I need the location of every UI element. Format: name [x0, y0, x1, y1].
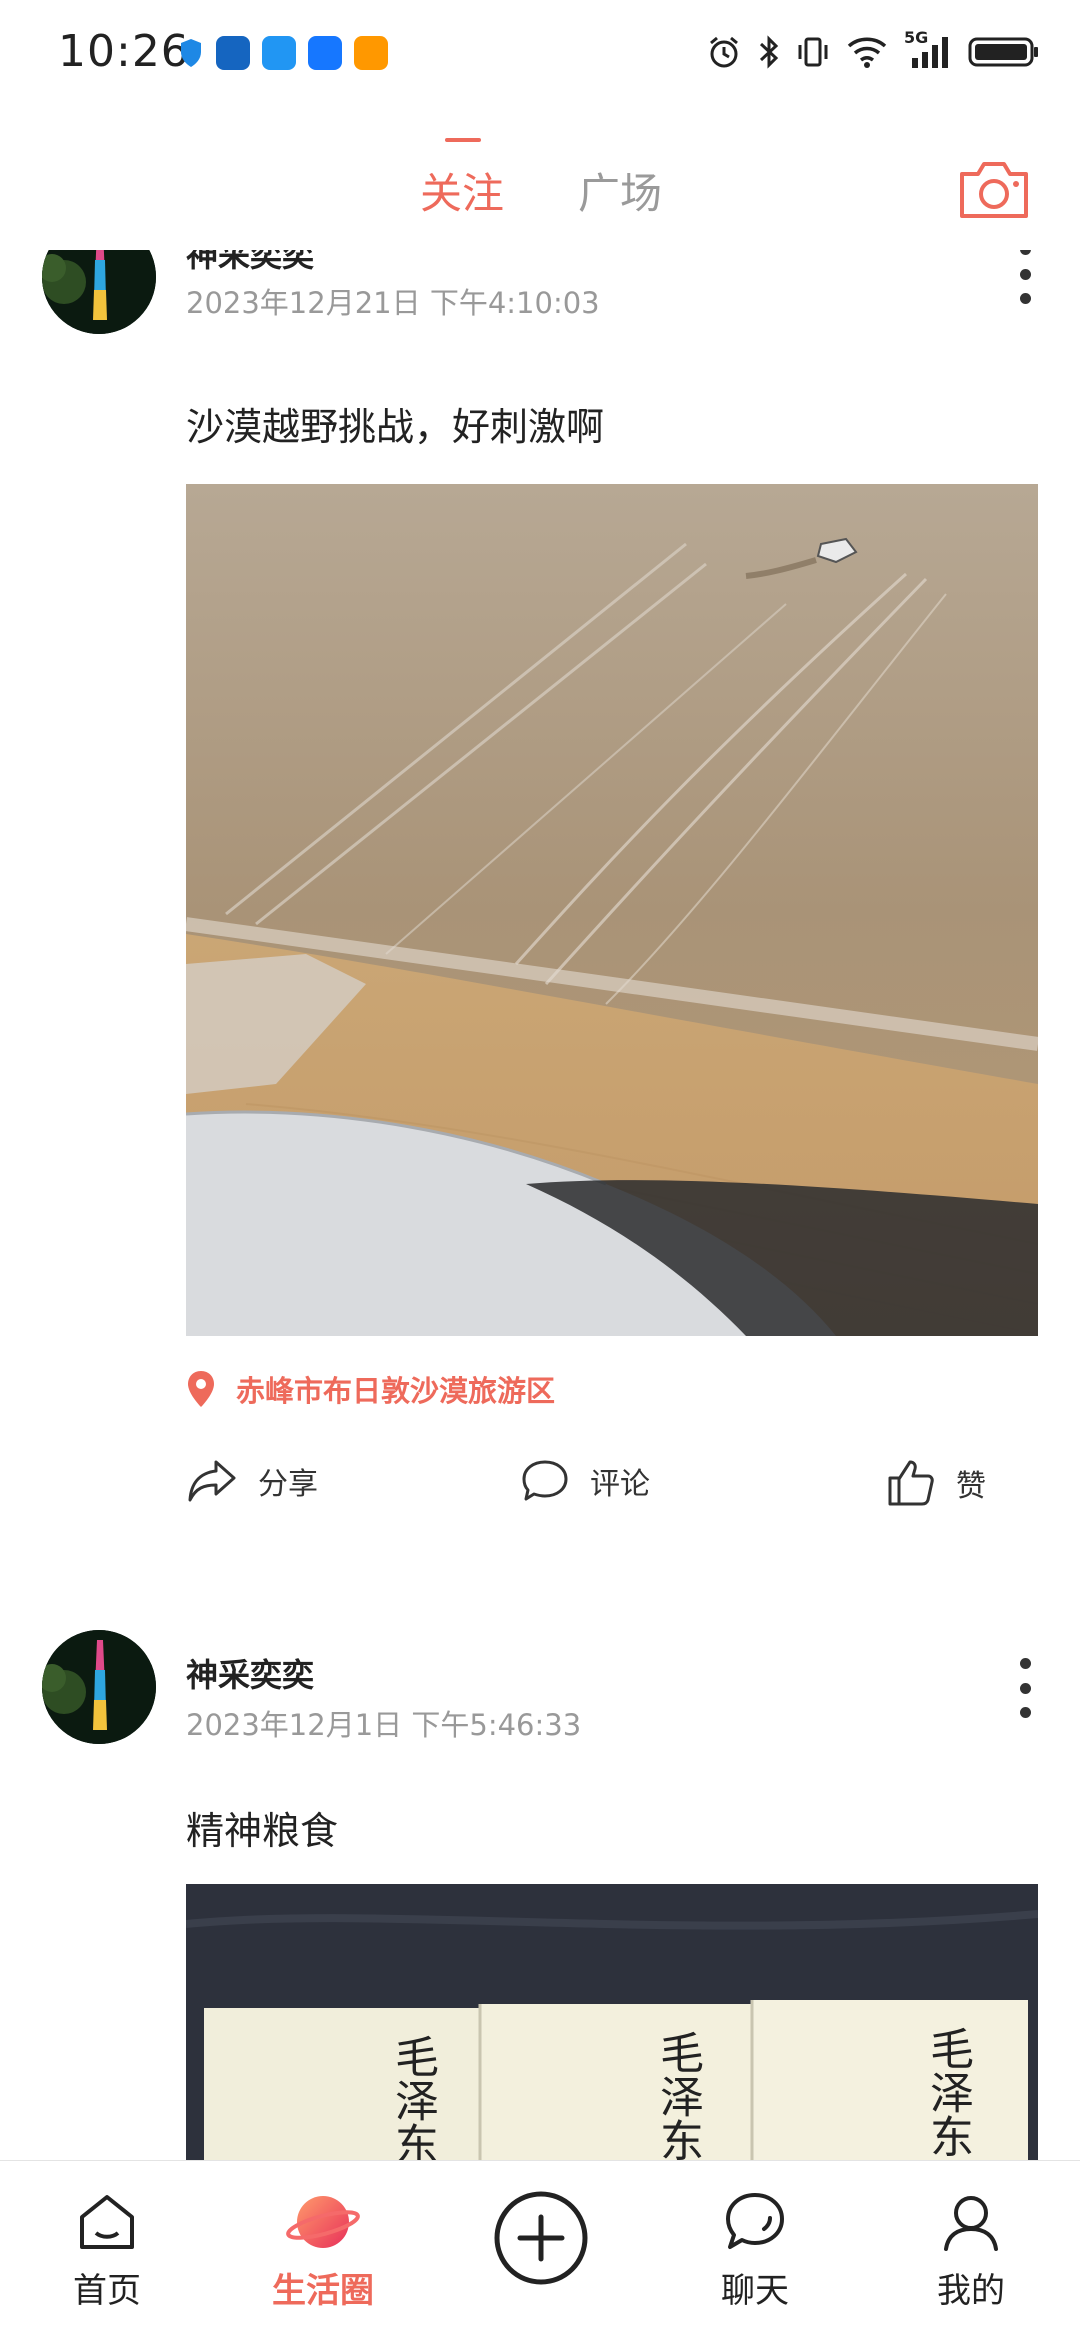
comment-icon: [522, 1460, 568, 1501]
profile-icon: [944, 2196, 998, 2251]
post-actions: 分享 评论 赞: [186, 1458, 1038, 1518]
like-button[interactable]: 赞: [886, 1458, 986, 1508]
home-icon: [80, 2195, 134, 2249]
nav-item-chat[interactable]: 聊天: [680, 2189, 830, 2312]
tab-follow[interactable]: 关注: [420, 160, 504, 221]
post-card: 神采奕奕 2023年12月21日 下午4:10:03 沙漠越野挑战，好刺激啊 赤…: [0, 250, 1080, 1510]
book-title: 毛泽东: [922, 2026, 973, 2158]
wifi-icon: [847, 37, 887, 68]
top-header: 关注 广场: [0, 130, 1080, 250]
more-dot-icon: [1019, 268, 1031, 280]
thumbs-up-icon: [888, 1460, 934, 1506]
more-dot-icon: [1019, 250, 1031, 255]
location-pin-icon: [188, 1371, 214, 1407]
nav-item-home[interactable]: 首页: [32, 2189, 182, 2312]
book-title: 毛泽东: [387, 2034, 438, 2160]
chat-app-icon: [262, 36, 296, 70]
comment-button[interactable]: 评论: [520, 1458, 650, 1504]
add-post-button[interactable]: [492, 2189, 590, 2291]
camera-button[interactable]: [956, 158, 1032, 226]
post-time: 2023年12月21日 下午4:10:03: [186, 286, 600, 320]
share-button[interactable]: 分享: [186, 1458, 318, 1504]
tab-square[interactable]: 广场: [578, 160, 662, 221]
share-label: 分享: [258, 1467, 318, 1502]
more-dot-icon: [1019, 293, 1031, 304]
camera-icon: [960, 162, 1028, 218]
feed[interactable]: 神采奕奕 2023年12月21日 下午4:10:03 沙漠越野挑战，好刺激啊 赤…: [0, 250, 1080, 2160]
chat-icon: [726, 2193, 784, 2249]
nav-label-me: 我的: [937, 2271, 1005, 2311]
post-text: 沙漠越野挑战，好刺激啊: [186, 405, 605, 449]
book-title: 毛泽东: [652, 2030, 703, 2160]
more-dot-icon: [1019, 1707, 1031, 1718]
status-bar: 10:26 5G: [0, 0, 1080, 110]
more-dot-icon: [1019, 1658, 1031, 1669]
signal-icon: 5G: [904, 28, 952, 72]
bluetooth-icon: [759, 35, 779, 69]
status-time: 10:26: [58, 26, 190, 77]
app-icon: [216, 36, 250, 70]
nav-label-chat: 聊天: [721, 2271, 789, 2311]
nav-label-life-circle: 生活圈: [272, 2271, 374, 2311]
add-icon: [494, 2191, 588, 2285]
location-text: 赤峰市布日敦沙漠旅游区: [236, 1374, 556, 1408]
system-status-icons: 5G: [706, 28, 1040, 72]
vibrate-icon: [798, 37, 828, 67]
like-label: 赞: [956, 1469, 986, 1504]
desert-dune-photo[interactable]: [186, 484, 1038, 1336]
author-name[interactable]: 神采奕奕: [186, 250, 314, 276]
notification-icons: [178, 36, 388, 70]
post-time: 2023年12月1日 下午5:46:33: [186, 1708, 582, 1742]
comment-label: 评论: [590, 1467, 650, 1502]
nav-item-me[interactable]: 我的: [896, 2189, 1046, 2312]
nav-item-life-circle[interactable]: 生活圈: [248, 2189, 398, 2312]
alipay-icon: [308, 36, 342, 70]
nav-label-home: 首页: [73, 2271, 141, 2311]
more-options-button[interactable]: [1010, 250, 1040, 304]
planet-icon: [286, 2196, 360, 2248]
battery-icon: [968, 37, 1038, 67]
avatar[interactable]: [42, 1630, 156, 1744]
author-name[interactable]: 神采奕奕: [186, 1650, 314, 1696]
app-icon: [354, 36, 388, 70]
avatar[interactable]: [42, 250, 156, 334]
location-tag[interactable]: 赤峰市布日敦沙漠旅游区: [186, 1368, 555, 1410]
calligraphy-books-photo[interactable]: 毛泽东 毛泽东 毛泽东: [186, 1884, 1038, 2160]
post-card: 神采奕奕 2023年12月1日 下午5:46:33 精神粮食 毛泽东 毛泽东 毛…: [0, 1630, 1080, 2160]
more-options-button[interactable]: [1010, 1658, 1040, 1718]
post-text: 精神粮食: [186, 1809, 339, 1853]
active-tab-indicator: [445, 138, 481, 142]
alarm-icon: [710, 36, 738, 68]
share-icon: [188, 1460, 236, 1502]
shield-icon: [181, 39, 201, 67]
bottom-nav: 首页 生活圈 聊天 我的: [0, 2160, 1080, 2340]
more-dot-icon: [1019, 1682, 1031, 1694]
